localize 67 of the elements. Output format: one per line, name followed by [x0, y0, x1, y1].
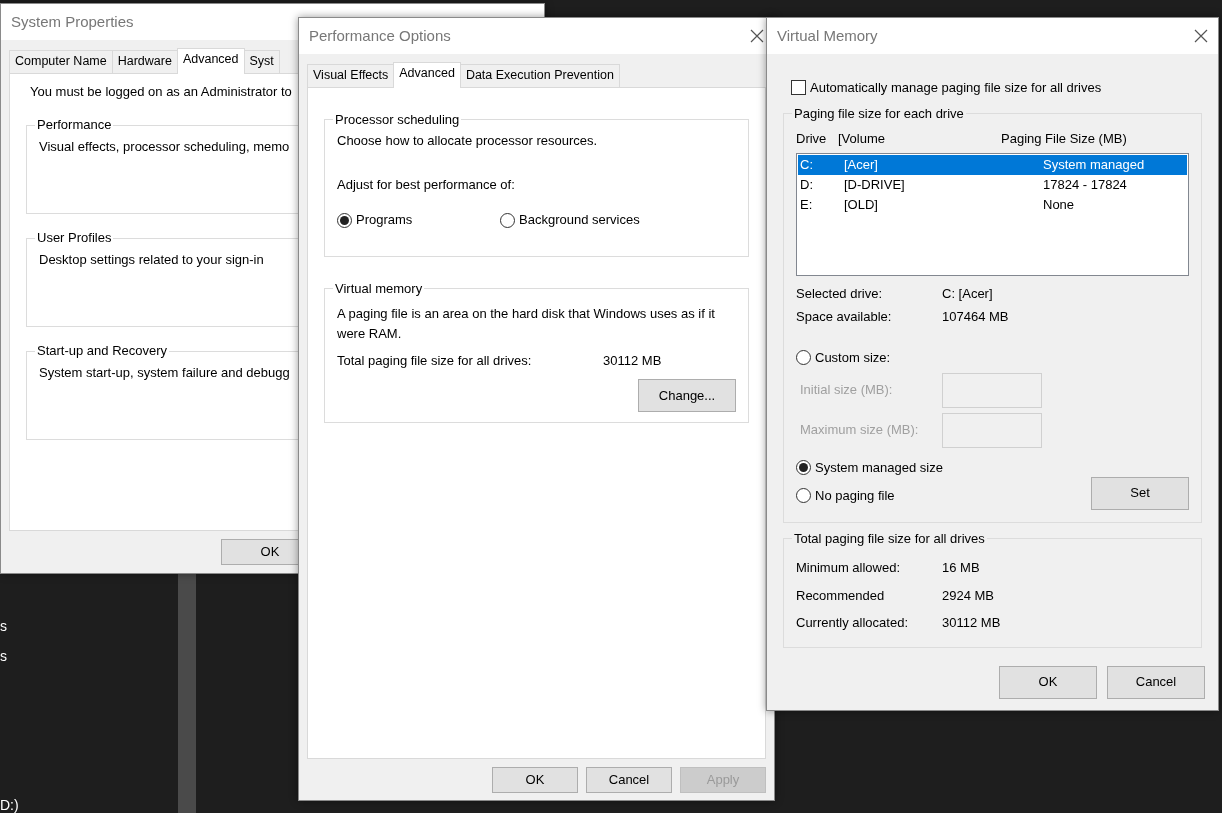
total-value: 2924 MB	[942, 586, 995, 605]
group-title: Total paging file size for all drives	[793, 530, 986, 547]
tab[interactable]: Computer Name	[9, 50, 113, 73]
radio-label: Custom size:	[815, 348, 891, 367]
window-title: System Properties	[11, 11, 134, 32]
total-label: Recommended	[796, 586, 886, 605]
admin-note: You must be logged on as an Administrator to	[29, 82, 292, 101]
radio-button[interactable]	[796, 350, 811, 366]
checkbox-label: Automatically manage paging file size for all drives	[810, 79, 1102, 97]
drive-row[interactable]: D: [D-DRIVE] 17824 - 17824	[798, 174, 1187, 195]
group-title: Virtual memory	[334, 280, 424, 297]
total-label: Currently allocated:	[796, 614, 909, 633]
radio-button[interactable]	[500, 212, 515, 228]
radio-button[interactable]	[337, 212, 352, 228]
close-icon[interactable]	[1194, 29, 1208, 43]
tab[interactable]: Visual Effects	[307, 64, 395, 87]
change-button[interactable]: Change...	[638, 378, 736, 412]
group-title: Paging file size for each drive	[793, 105, 965, 122]
checkbox[interactable]	[791, 80, 806, 96]
total-value: 30112 MB	[942, 614, 1001, 633]
field-label: Maximum size (MB):	[799, 421, 920, 440]
group-description: System start-up, system failure and debugg	[39, 363, 290, 382]
tab[interactable]: Advanced	[393, 62, 461, 88]
drive-row[interactable]: C: [Acer] System managed	[798, 154, 1187, 175]
dialog-button[interactable]: Cancel	[1107, 665, 1205, 699]
group-title: Processor scheduling	[334, 111, 461, 128]
tab[interactable]: Syst	[243, 50, 280, 73]
field-label: Initial size (MB):	[799, 381, 894, 400]
total-label: Total paging file size for all drives:	[337, 352, 533, 371]
column-header: Drive	[796, 130, 828, 149]
window-title: Virtual Memory	[777, 25, 878, 46]
info-label: Space available:	[796, 308, 893, 327]
desktop-label: s	[0, 648, 7, 664]
radio-label: No paging file	[815, 486, 895, 505]
close-icon[interactable]	[750, 29, 764, 43]
radio-button[interactable]	[796, 488, 811, 504]
radio-label: Background services	[519, 211, 640, 230]
dialog-button[interactable]: OK	[492, 766, 578, 793]
desktop-label: s	[0, 618, 7, 634]
drive-row[interactable]: E: [OLD] None	[798, 194, 1187, 215]
group-title: Start-up and Recovery	[36, 343, 169, 359]
info-value: 107464 MB	[942, 308, 1009, 327]
radio-label: Programs	[356, 211, 413, 230]
group-title: Performance	[36, 117, 113, 133]
group-description: Visual effects, processor scheduling, memo	[39, 137, 290, 156]
radio-label: System managed size	[815, 458, 943, 477]
adjust-label: Adjust for best performance of:	[337, 175, 516, 194]
column-header: Paging File Size (MB)	[1001, 130, 1127, 149]
desktop-label: D:)	[0, 797, 19, 813]
total-label: Minimum allowed:	[796, 559, 902, 578]
tab[interactable]: Data Execution Prevention	[459, 64, 620, 87]
description: Choose how to allocate processor resources.	[337, 132, 599, 151]
radio-button[interactable]	[796, 460, 811, 476]
total-value: 30112 MB	[603, 352, 662, 371]
info-value: C: [Acer]	[942, 284, 993, 303]
dialog-button[interactable]: OK	[999, 665, 1097, 699]
tab[interactable]: Advanced	[176, 48, 245, 74]
info-label: Selected drive:	[796, 284, 883, 303]
description: A paging file is an area on the hard disk that Windows uses as if it were RAM.	[337, 305, 716, 343]
dialog-button[interactable]: Cancel	[586, 766, 672, 793]
total-value: 16 MB	[942, 559, 980, 578]
group-title: User Profiles	[36, 230, 113, 246]
column-header: [Volume	[838, 130, 886, 149]
group-description: Desktop settings related to your sign-in	[39, 250, 264, 269]
set-button[interactable]: Set	[1091, 476, 1189, 510]
drive-list[interactable]: C: [Acer] System managed D: [D-DRIVE] 17824 - 17824 E: [OLD] None	[796, 152, 1189, 276]
window-title: Performance Options	[309, 25, 451, 46]
